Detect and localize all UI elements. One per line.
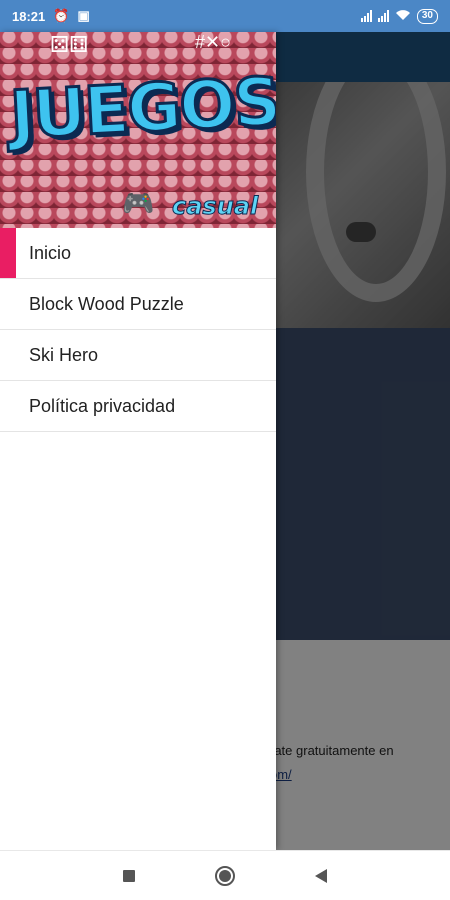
drawer-header-logo: ⚄⚅ #✕○ JUEGOS 🎮 casual [0,32,276,228]
battery-icon: 30 [416,8,438,24]
gamepad-icon: 🎮 [122,188,155,218]
signal-icon [377,10,389,22]
recents-square-icon[interactable] [117,864,141,888]
menu-item-ski-hero[interactable]: Ski Hero [0,330,276,381]
logo-subtitle: casual [171,192,259,221]
back-triangle-icon[interactable] [309,864,333,888]
menu-item-label: Política privacidad [29,395,176,416]
wifi-icon [395,9,411,24]
navigation-drawer: ⚄⚅ #✕○ JUEGOS 🎮 casual Inicio Block Wood… [0,32,276,850]
status-time: 18:21 [12,8,46,24]
home-circle-icon[interactable] [213,864,237,888]
tic-tac-toe-icon: #✕○ [195,32,231,52]
dice-icon: ⚄⚅ [50,32,89,57]
menu-item-label: Inicio [29,242,72,263]
notification-icon: ▣ [77,8,90,23]
drawer-menu: Inicio Block Wood Puzzle Ski Hero Políti… [0,228,276,432]
menu-item-inicio[interactable]: Inicio [0,228,276,279]
menu-item-privacy-policy[interactable]: Política privacidad [0,381,276,432]
menu-item-label: Block Wood Puzzle [29,293,184,314]
selected-indicator [0,228,16,278]
system-nav-bar [0,850,450,900]
menu-item-label: Ski Hero [29,344,99,365]
alarm-icon: ⏰ [53,8,70,23]
logo-title: JUEGOS [7,62,276,156]
signal-icon [360,10,372,22]
menu-item-block-wood-puzzle[interactable]: Block Wood Puzzle [0,279,276,330]
drawer-scrim[interactable] [276,32,450,850]
status-bar: 18:21 ⏰ ▣ 30 [0,0,450,32]
